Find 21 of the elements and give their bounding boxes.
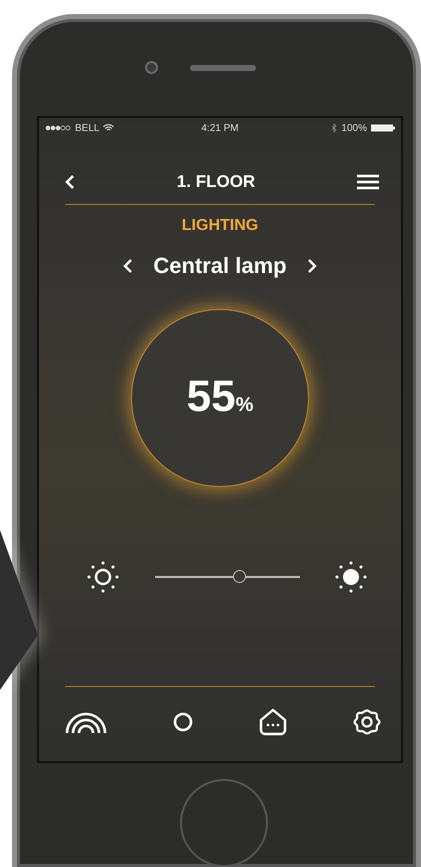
bluetooth-icon xyxy=(331,123,338,134)
wifi-icon xyxy=(103,124,114,132)
speaker-grille xyxy=(190,64,256,71)
battery-percent: 100% xyxy=(341,122,367,134)
slider-thumb[interactable] xyxy=(233,570,246,584)
signal-icon xyxy=(45,125,71,132)
camera-icon xyxy=(145,61,158,74)
brightness-dial[interactable]: 55% xyxy=(131,309,309,488)
bright-sun-icon xyxy=(335,561,367,594)
status-time: 4:21 PM xyxy=(201,122,239,134)
circle-icon[interactable] xyxy=(172,711,194,733)
house-icon[interactable] xyxy=(258,707,288,737)
battery-icon xyxy=(371,124,395,132)
page-title: 1. FLOOR xyxy=(176,172,256,192)
section-title: LIGHTING xyxy=(182,217,258,236)
dim-sun-icon xyxy=(87,561,119,594)
menu-button[interactable] xyxy=(355,172,381,192)
rainbow-icon[interactable] xyxy=(65,710,107,734)
carrier-name: BELL xyxy=(75,122,100,134)
settings-icon[interactable] xyxy=(352,708,381,736)
device-name: Central lamp xyxy=(153,253,287,280)
